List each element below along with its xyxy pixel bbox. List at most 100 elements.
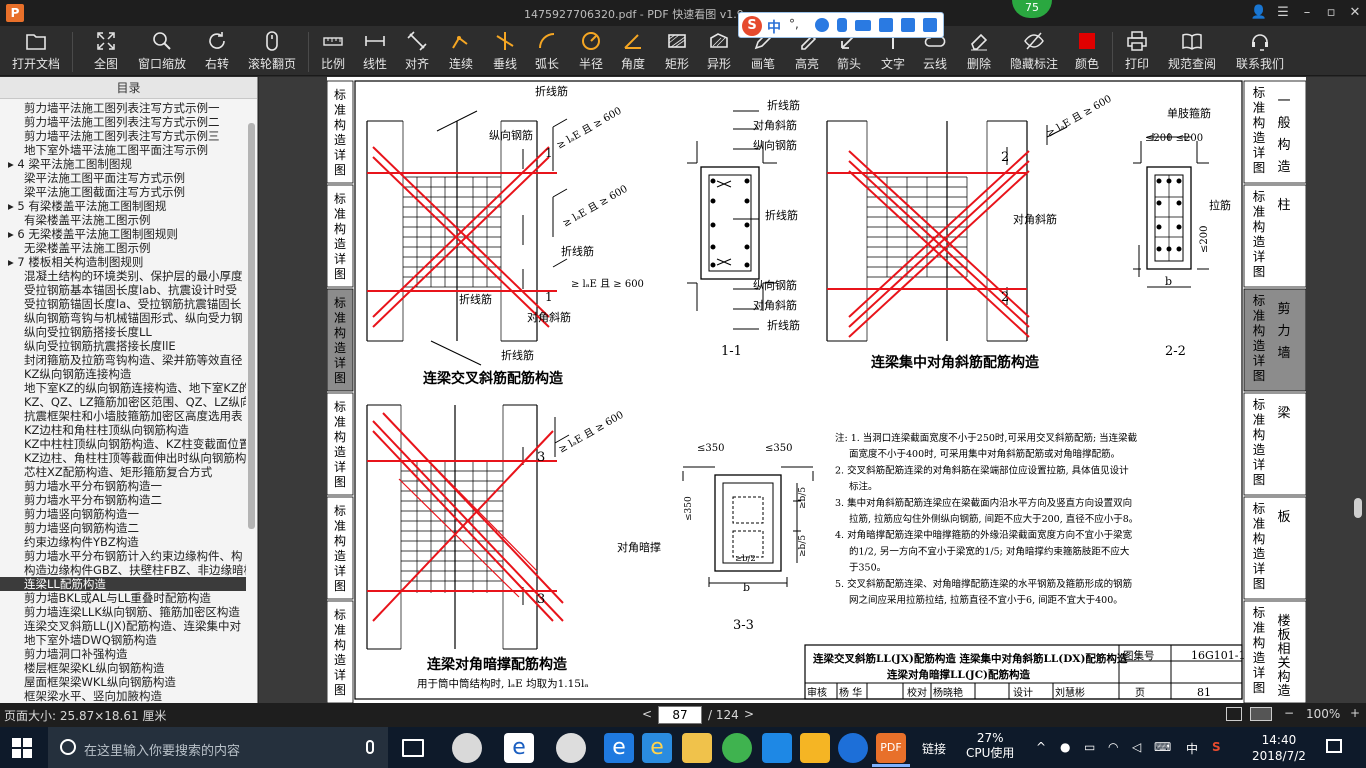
toc-item[interactable]: 纵向钢筋弯钩与机械锚固形式、纵向受力钢 — [0, 311, 246, 325]
toc-item[interactable]: 剪力墙平法施工图列表注写方式示例三 — [0, 129, 246, 143]
toc-item[interactable]: 剪力墙BKL或AL与LL重叠时配筋构造 — [0, 591, 246, 605]
microphone-icon[interactable] — [366, 740, 374, 754]
zoom-in-icon[interactable]: + — [1350, 706, 1360, 720]
emoji-icon[interactable] — [815, 18, 829, 32]
ime-toolbar[interactable]: S 中 °, — [738, 12, 944, 38]
ime-punct[interactable]: °, — [789, 17, 799, 31]
keyboard-icon[interactable] — [855, 20, 871, 31]
ie-classic-icon[interactable]: e — [642, 733, 672, 763]
document-viewport[interactable]: 标准构造详图标准构造详图标准构造详图标准构造详图标准构造详图标准构造详图 标准构… — [259, 77, 1366, 703]
zoom-out-icon[interactable]: − — [1284, 706, 1294, 720]
toc-item[interactable]: 无梁楼盖平法施工图示例 — [0, 241, 246, 255]
rectangle-measure-button[interactable]: 矩形 — [660, 30, 694, 74]
toc-item[interactable]: KZ中柱柱顶纵向钢筋构造、KZ柱变截面位置 — [0, 437, 246, 451]
menu-icon[interactable]: ☰ — [1274, 4, 1292, 22]
volume-icon[interactable]: ◁ — [1132, 740, 1141, 754]
page-number-input[interactable]: 87 — [658, 706, 702, 724]
toc-item[interactable]: KZ纵向钢筋连接构造 — [0, 367, 246, 381]
toc-item[interactable]: 地下室KZ的纵向钢筋连接构造、地下室KZ的 — [0, 381, 246, 395]
sogou-tray-icon[interactable]: S — [1212, 740, 1221, 754]
taskbar-search[interactable]: 在这里输入你要搜索的内容 — [48, 727, 388, 768]
toc-item[interactable]: ▸ 7 楼板相关构造制图规则 — [0, 255, 246, 269]
toc-item[interactable]: 梁平法施工图截面注写方式示例 — [0, 185, 246, 199]
toc-item[interactable]: 受拉钢筋基本锚固长度lab、抗震设计时受 — [0, 283, 246, 297]
tray-app-icon[interactable]: ● — [1060, 740, 1070, 754]
toc-item[interactable]: 地下室外墙DWQ钢筋构造 — [0, 633, 246, 647]
linear-button[interactable]: 线性 — [358, 30, 392, 74]
toc-item[interactable]: 剪力墙平法施工图列表注写方式示例一 — [0, 101, 246, 115]
maximize-icon[interactable]: ▫ — [1322, 4, 1340, 22]
single-page-view-icon[interactable] — [1226, 707, 1242, 721]
toc-item[interactable]: 剪力墙水平分布钢筋计入约束边缘构件、构 — [0, 549, 246, 563]
next-page-button[interactable]: > — [744, 707, 754, 721]
ime-language[interactable]: 中 — [767, 17, 781, 37]
toc-item[interactable]: 抗震框架柱和小墙肢箍筋加密区高度选用表 — [0, 409, 246, 423]
pdf-viewer-taskbar-icon[interactable]: PDF — [876, 733, 906, 763]
radius-button[interactable]: 半径 — [574, 30, 608, 74]
print-button[interactable]: 打印 — [1120, 30, 1154, 74]
toc-item[interactable]: 芯柱XZ配筋构造、矩形箍筋复合方式 — [0, 465, 246, 479]
toc-item[interactable]: 约束边缘构件YBZ构造 — [0, 535, 246, 549]
toc-item[interactable]: KZ边柱、角柱柱顶等截面伸出时纵向钢筋构 — [0, 451, 246, 465]
toc-item[interactable]: 剪力墙水平分布钢筋构造一 — [0, 479, 246, 493]
settings-icon[interactable] — [923, 18, 937, 32]
pinwheel-app-icon[interactable] — [452, 733, 482, 763]
toc-item[interactable]: 框架梁水平、竖向加腋构造 — [0, 689, 246, 703]
color-button[interactable]: 颜色 — [1070, 30, 1104, 74]
zoom-level[interactable]: 100% — [1306, 707, 1340, 721]
continuous-button[interactable]: 连续 — [444, 30, 478, 74]
toc-item[interactable]: 剪力墙连梁LLK纵向钢筋、箍筋加密区构造 — [0, 605, 246, 619]
edge-browser-icon[interactable]: e — [604, 733, 634, 763]
wifi-icon[interactable]: ◠ — [1108, 740, 1118, 754]
close-icon[interactable]: ✕ — [1346, 4, 1364, 22]
toc-item[interactable]: 纵向受拉钢筋抗震搭接长度llE — [0, 339, 246, 353]
keyboard-tray-icon[interactable]: ⌨ — [1154, 740, 1171, 754]
open-document-button[interactable]: 打开文档 — [8, 30, 64, 74]
notification-icon[interactable] — [1326, 739, 1342, 753]
toc-item[interactable]: ▸ 4 梁平法施工图制图规 — [0, 157, 246, 171]
toc-item[interactable]: 构造边缘构件GBZ、扶壁柱FBZ、非边缘暗柱 — [0, 563, 246, 577]
apps-grid-icon[interactable] — [879, 18, 893, 32]
toc-item[interactable]: 剪力墙水平分布钢筋构造二 — [0, 493, 246, 507]
toc-item[interactable]: 剪力墙平法施工图列表注写方式示例二 — [0, 115, 246, 129]
toc-item[interactable]: 楼层框架梁KL纵向钢筋构造 — [0, 661, 246, 675]
toc-item[interactable]: 受拉钢筋锚固长度la、受拉钢筋抗震锚固长 — [0, 297, 246, 311]
mic-icon[interactable] — [837, 18, 847, 32]
start-button[interactable] — [12, 738, 32, 758]
window-zoom-button[interactable]: 窗口缩放 — [134, 30, 190, 74]
toc-item[interactable]: KZ边柱和角柱柱顶纵向钢筋构造 — [0, 423, 246, 437]
wheel-page-button[interactable]: 滚轮翻页 — [244, 30, 300, 74]
toc-item[interactable]: 剪力墙竖向钢筋构造二 — [0, 521, 246, 535]
user-icon[interactable]: 👤 — [1250, 4, 1268, 22]
ime-tray[interactable]: 中 — [1186, 740, 1198, 757]
toc-item[interactable]: 屋面框架梁WKL纵向钢筋构造 — [0, 675, 246, 689]
code-lookup-button[interactable]: 规范查阅 — [1164, 30, 1220, 74]
toc-item[interactable]: ▸ 6 无梁楼盖平法施工图制图规则 — [0, 227, 246, 241]
fit-page-button[interactable]: 全图 — [84, 30, 128, 74]
angle-button[interactable]: 角度 — [616, 30, 650, 74]
clock[interactable]: 14:40 2018/7/2 — [1252, 732, 1306, 764]
align-button[interactable]: 对齐 — [400, 30, 434, 74]
360-browser-icon[interactable] — [722, 733, 752, 763]
toc-item[interactable]: ▸ 5 有梁楼盖平法施工图制图规 — [0, 199, 246, 213]
toc-item[interactable]: 梁平法施工图平面注写方式示例 — [0, 171, 246, 185]
toc-item[interactable]: KZ、QZ、LZ箍筋加密区范围、QZ、LZ纵向钢 — [0, 395, 246, 409]
minimize-icon[interactable]: – — [1298, 4, 1316, 22]
toc-item[interactable]: 封闭箍筋及拉筋弯钩构造、梁并筋等效直径 — [0, 353, 246, 367]
cross-app-icon[interactable] — [762, 733, 792, 763]
hide-annotations-button[interactable]: 隐藏标注 — [1006, 30, 1062, 74]
toc-item[interactable]: 混凝土结构的环境类别、保护层的最小厚度 — [0, 269, 246, 283]
delete-button[interactable]: 删除 — [962, 30, 996, 74]
skin-icon[interactable] — [901, 18, 915, 32]
toc-scrollbar[interactable] — [248, 123, 255, 529]
rotate-right-button[interactable]: 右转 — [196, 30, 238, 74]
toc-item[interactable]: 连梁交叉斜筋LL(JX)配筋构造、连梁集中对 — [0, 619, 246, 633]
notes-app-icon[interactable] — [800, 733, 830, 763]
toc-item[interactable]: 剪力墙竖向钢筋构造一 — [0, 507, 246, 521]
polygon-measure-button[interactable]: 异形 — [702, 30, 736, 74]
perpendicular-button[interactable]: 垂线 — [488, 30, 522, 74]
toc-item[interactable]: 剪力墙洞口补强构造 — [0, 647, 246, 661]
toc-item[interactable]: 纵向受拉钢筋搭接长度LL — [0, 325, 246, 339]
g-app-icon[interactable] — [838, 733, 868, 763]
scale-button[interactable]: 比例 — [316, 30, 350, 74]
